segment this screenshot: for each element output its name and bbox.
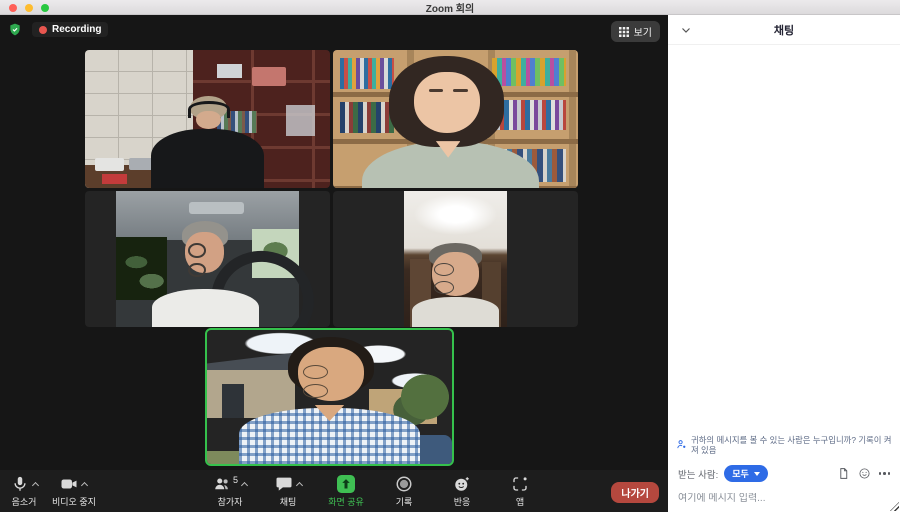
close-window-button[interactable] bbox=[9, 4, 17, 12]
meeting-toolbar: 음소거 비디오 중지 5 bbox=[0, 470, 668, 512]
headset bbox=[188, 101, 230, 118]
participant-3-scene bbox=[85, 191, 330, 327]
person-face bbox=[414, 72, 480, 133]
microphone-icon bbox=[11, 475, 29, 493]
stop-video-button[interactable]: 비디오 중지 bbox=[52, 474, 96, 508]
zoom-meeting-window: Zoom 회의 Recording 보기 bbox=[0, 0, 900, 512]
participant-2-scene bbox=[333, 50, 578, 188]
chat-recipient-row: 받는 사람: 모두 bbox=[668, 462, 900, 485]
participant-4-scene bbox=[333, 191, 578, 327]
person-body bbox=[152, 289, 259, 327]
mute-button[interactable]: 음소거 bbox=[4, 474, 44, 508]
participant-video-3[interactable] bbox=[85, 191, 330, 327]
record-button[interactable]: 기록 bbox=[384, 474, 424, 508]
recording-indicator[interactable]: Recording bbox=[32, 22, 108, 37]
glasses bbox=[434, 263, 477, 274]
reactions-button[interactable]: 반응 bbox=[442, 474, 482, 508]
person-info-icon bbox=[676, 439, 687, 450]
portrait-video bbox=[404, 191, 507, 327]
glasses bbox=[303, 365, 359, 377]
recording-dot-icon bbox=[39, 26, 47, 34]
chat-panel: 채팅 귀하의 메시지를 볼 수 있는 사람은 누구입니까? 기록이 켜져 있음 … bbox=[668, 15, 900, 512]
minimize-window-button[interactable] bbox=[25, 4, 33, 12]
car-interior bbox=[116, 191, 300, 327]
chat-bubble-icon bbox=[275, 475, 293, 493]
emoji-icon[interactable] bbox=[858, 467, 871, 480]
participant-1-scene bbox=[85, 50, 330, 188]
participants-label: 참가자 bbox=[218, 495, 243, 508]
leave-button[interactable]: 나가기 bbox=[611, 482, 659, 503]
glasses bbox=[188, 243, 221, 254]
fullscreen-window-button[interactable] bbox=[41, 4, 49, 12]
mute-options-chevron[interactable] bbox=[31, 482, 38, 489]
chat-input-row bbox=[668, 485, 900, 506]
person-body bbox=[412, 297, 498, 327]
chat-panel-title: 채팅 bbox=[774, 22, 794, 38]
recipient-caret-icon bbox=[754, 472, 760, 476]
recording-label: Recording bbox=[52, 24, 101, 35]
chat-header: 채팅 bbox=[668, 15, 900, 45]
participants-count: 5 bbox=[233, 475, 238, 485]
chevron-down-icon[interactable] bbox=[680, 24, 692, 36]
chat-message-list[interactable] bbox=[668, 45, 900, 430]
participants-button[interactable]: 5 참가자 bbox=[210, 474, 250, 508]
video-options-chevron[interactable] bbox=[81, 482, 88, 489]
share-screen-button[interactable]: 화면 공유 bbox=[326, 474, 366, 508]
chat-options-chevron[interactable] bbox=[295, 482, 302, 489]
participants-icon bbox=[213, 475, 231, 493]
window-title: Zoom 회의 bbox=[426, 0, 474, 15]
apps-icon bbox=[511, 475, 529, 493]
video-camera-icon bbox=[60, 475, 78, 493]
participant-video-4[interactable] bbox=[333, 191, 578, 327]
reactions-label: 반응 bbox=[454, 495, 471, 508]
person-body bbox=[151, 129, 264, 188]
titlebar: Zoom 회의 bbox=[0, 0, 900, 15]
participant-video-5-active-speaker[interactable] bbox=[205, 328, 454, 466]
reactions-smiley-icon bbox=[453, 475, 471, 493]
mute-label: 음소거 bbox=[12, 495, 37, 508]
traffic-lights bbox=[9, 4, 49, 12]
recipient-value: 모두 bbox=[732, 467, 749, 480]
chat-privacy-notice-text: 귀하의 메시지를 볼 수 있는 사람은 누구입니까? 기록이 켜져 있음 bbox=[691, 435, 892, 455]
apps-label: 앱 bbox=[516, 495, 524, 508]
recipient-label: 받는 사람: bbox=[678, 467, 718, 481]
ceiling-light bbox=[414, 194, 496, 235]
participants-options-chevron[interactable] bbox=[241, 482, 248, 489]
participant-video-2[interactable] bbox=[333, 50, 578, 188]
chat-label: 채팅 bbox=[280, 495, 297, 508]
participant-5-scene bbox=[207, 330, 452, 464]
share-screen-label: 화면 공유 bbox=[328, 495, 364, 508]
status-strip: Recording 보기 bbox=[0, 15, 668, 46]
recipient-selector[interactable]: 모두 bbox=[724, 465, 768, 482]
view-button[interactable]: 보기 bbox=[611, 21, 660, 42]
record-label: 기록 bbox=[396, 495, 413, 508]
apps-button[interactable]: 앱 bbox=[500, 474, 540, 508]
more-options-icon[interactable] bbox=[879, 472, 891, 475]
chat-privacy-notice: 귀하의 메시지를 볼 수 있는 사람은 누구입니까? 기록이 켜져 있음 bbox=[668, 430, 900, 462]
chat-footer: 귀하의 메시지를 볼 수 있는 사람은 누구입니까? 기록이 켜져 있음 받는 … bbox=[668, 430, 900, 512]
gallery-grid-icon bbox=[619, 27, 629, 37]
participant-video-1[interactable] bbox=[85, 50, 330, 188]
stop-video-label: 비디오 중지 bbox=[52, 495, 96, 508]
file-attach-icon[interactable] bbox=[837, 467, 850, 480]
chat-message-input[interactable] bbox=[678, 493, 890, 504]
view-button-label: 보기 bbox=[634, 24, 652, 39]
record-icon bbox=[395, 475, 413, 493]
share-screen-icon bbox=[337, 475, 355, 493]
chat-button[interactable]: 채팅 bbox=[268, 474, 308, 508]
meeting-area: Recording 보기 bbox=[0, 15, 668, 512]
encryption-shield-icon bbox=[8, 22, 22, 37]
